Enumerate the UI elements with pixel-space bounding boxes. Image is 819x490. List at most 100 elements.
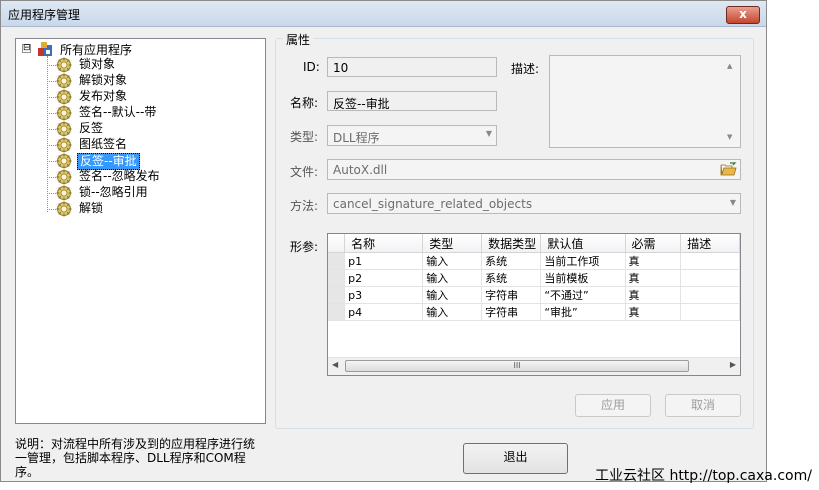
- table-cell[interactable]: 真: [625, 252, 682, 270]
- tree-line: [47, 113, 56, 114]
- method-label: 方法:: [290, 199, 319, 213]
- tree-line: [47, 177, 56, 178]
- column-header[interactable]: 必需: [625, 234, 682, 253]
- tree-line: [47, 81, 56, 82]
- app-manager-window: 应用程序管理 x ⊟ 所有应用程序 锁对象 解锁对象 发布对象 签名--默认--带 反签…: [0, 0, 767, 482]
- table-cell[interactable]: 当前模板: [540, 269, 626, 287]
- table-cell[interactable]: “不通过”: [540, 286, 626, 304]
- table-cell[interactable]: [680, 286, 740, 304]
- row-header[interactable]: [328, 286, 346, 304]
- chevron-down-icon: ▼: [729, 198, 736, 207]
- table-cell[interactable]: 字符串: [481, 286, 542, 304]
- type-select[interactable]: DLL程序 ▼: [327, 125, 497, 146]
- params-label: 形参:: [290, 240, 319, 254]
- window-title: 应用程序管理: [8, 8, 81, 22]
- scroll-thumb[interactable]: III: [345, 360, 689, 372]
- column-header[interactable]: 默认值: [540, 234, 626, 253]
- table-cell[interactable]: [680, 269, 740, 287]
- table-cell[interactable]: 系统: [481, 252, 542, 270]
- scroll-right-icon[interactable]: ▶: [730, 360, 736, 369]
- properties-group-title: 属性: [283, 31, 314, 48]
- gear-icon: [56, 201, 72, 217]
- table-cell[interactable]: 输入: [422, 303, 483, 321]
- name-label: 名称:: [290, 96, 319, 110]
- row-header[interactable]: [328, 303, 346, 321]
- type-label: 类型:: [290, 130, 319, 144]
- table-cell[interactable]: p2: [344, 269, 424, 287]
- method-select[interactable]: cancel_signature_related_objects ▼: [327, 193, 741, 214]
- id-field[interactable]: 10: [327, 57, 497, 77]
- tree-item-label: 解锁对象: [79, 73, 128, 87]
- apply-button[interactable]: 应用: [575, 394, 651, 417]
- tree-line: [47, 209, 56, 210]
- application-tree[interactable]: ⊟ 所有应用程序 锁对象解锁对象发布对象签名--默认--带 反签图纸签名反签--审…: [15, 38, 266, 424]
- table-row[interactable]: p4 输入 字符串 “审批” 真: [328, 303, 740, 321]
- gear-icon: [56, 153, 72, 169]
- table-cell[interactable]: 真: [625, 269, 682, 287]
- chevron-down-icon: ▼: [485, 129, 492, 138]
- tree-line: [47, 56, 48, 212]
- description-field[interactable]: ▲ ▼: [549, 55, 741, 148]
- table-cell[interactable]: 系统: [481, 269, 542, 287]
- close-button[interactable]: x: [726, 6, 760, 24]
- tree-line: [47, 145, 56, 146]
- type-select-value: DLL程序: [333, 131, 380, 145]
- gear-icon: [56, 169, 72, 185]
- horizontal-scrollbar[interactable]: ◀ III ▶: [328, 357, 740, 375]
- table-cell[interactable]: p3: [344, 286, 424, 304]
- tree-item-label: 反签--审批: [77, 153, 140, 170]
- tree-line: [47, 161, 56, 162]
- table-cell[interactable]: [680, 252, 740, 270]
- description-label: 描述:: [511, 62, 540, 76]
- gear-icon: [56, 105, 72, 121]
- table-row[interactable]: p1 输入 系统 当前工作项真: [328, 252, 740, 270]
- scroll-down-icon[interactable]: ▼: [727, 133, 732, 141]
- table-cell[interactable]: 当前工作项: [540, 252, 626, 270]
- cancel-button[interactable]: 取消: [665, 394, 741, 417]
- tree-root-label: 所有应用程序: [60, 43, 133, 57]
- column-header[interactable]: 描述: [680, 234, 740, 253]
- tree-line: [47, 193, 56, 194]
- collapse-icon[interactable]: ⊟: [22, 44, 31, 53]
- table-cell[interactable]: “审批”: [540, 303, 626, 321]
- table-row[interactable]: p2 输入 系统 当前模板真: [328, 269, 740, 287]
- title-bar: 应用程序管理 x: [1, 1, 766, 27]
- scroll-left-icon[interactable]: ◀: [332, 360, 338, 369]
- description-scrollbar[interactable]: ▲ ▼: [723, 56, 740, 147]
- table-cell[interactable]: 真: [625, 303, 682, 321]
- tree-item-label: 发布对象: [79, 89, 128, 103]
- gear-icon: [56, 57, 72, 73]
- tree-item-label: 图纸签名: [79, 137, 128, 151]
- table-cell[interactable]: [680, 303, 740, 321]
- table-cell[interactable]: 字符串: [481, 303, 542, 321]
- tree-item-label: 锁对象: [79, 57, 116, 71]
- params-table: 名称 类型 数据类型 默认值 必需 描述 p1 输入 系统 当前工作项真 p2 输入 系统 当前模板真 p…: [328, 234, 740, 321]
- file-field[interactable]: AutoX.dll: [327, 159, 741, 180]
- tree-item-label: 锁--忽略引用: [79, 185, 148, 199]
- row-header[interactable]: [328, 269, 346, 287]
- tree-item-label: 反签: [79, 121, 104, 135]
- open-folder-icon[interactable]: [720, 162, 737, 176]
- help-note: 说明：对流程中所有涉及到的应用程序进行统一管理，包括脚本程序、DLL程序和COM…: [15, 437, 256, 479]
- column-header[interactable]: 名称: [344, 234, 424, 253]
- params-grid[interactable]: 名称 类型 数据类型 默认值 必需 描述 p1 输入 系统 当前工作项真 p2 输入 系统 当前模板真 p…: [327, 233, 741, 376]
- file-label: 文件:: [290, 165, 319, 179]
- exit-button[interactable]: 退出: [463, 443, 568, 474]
- table-cell[interactable]: 真: [625, 286, 682, 304]
- gear-icon: [56, 89, 72, 105]
- column-header[interactable]: 类型: [422, 234, 483, 253]
- tree-item-label: 签名--默认--带: [79, 105, 157, 119]
- table-cell[interactable]: 输入: [422, 286, 483, 304]
- tree-line: [47, 97, 56, 98]
- tree-line: [47, 65, 56, 66]
- name-field[interactable]: 反签--审批: [327, 91, 497, 111]
- table-row[interactable]: p3 输入 字符串 “不通过” 真: [328, 286, 740, 304]
- table-cell[interactable]: p1: [344, 252, 424, 270]
- scroll-up-icon[interactable]: ▲: [727, 62, 732, 70]
- row-header[interactable]: [328, 252, 346, 270]
- gear-icon: [56, 185, 72, 201]
- table-cell[interactable]: 输入: [422, 252, 483, 270]
- table-cell[interactable]: 输入: [422, 269, 483, 287]
- table-cell[interactable]: p4: [344, 303, 424, 321]
- column-header[interactable]: 数据类型: [481, 234, 542, 253]
